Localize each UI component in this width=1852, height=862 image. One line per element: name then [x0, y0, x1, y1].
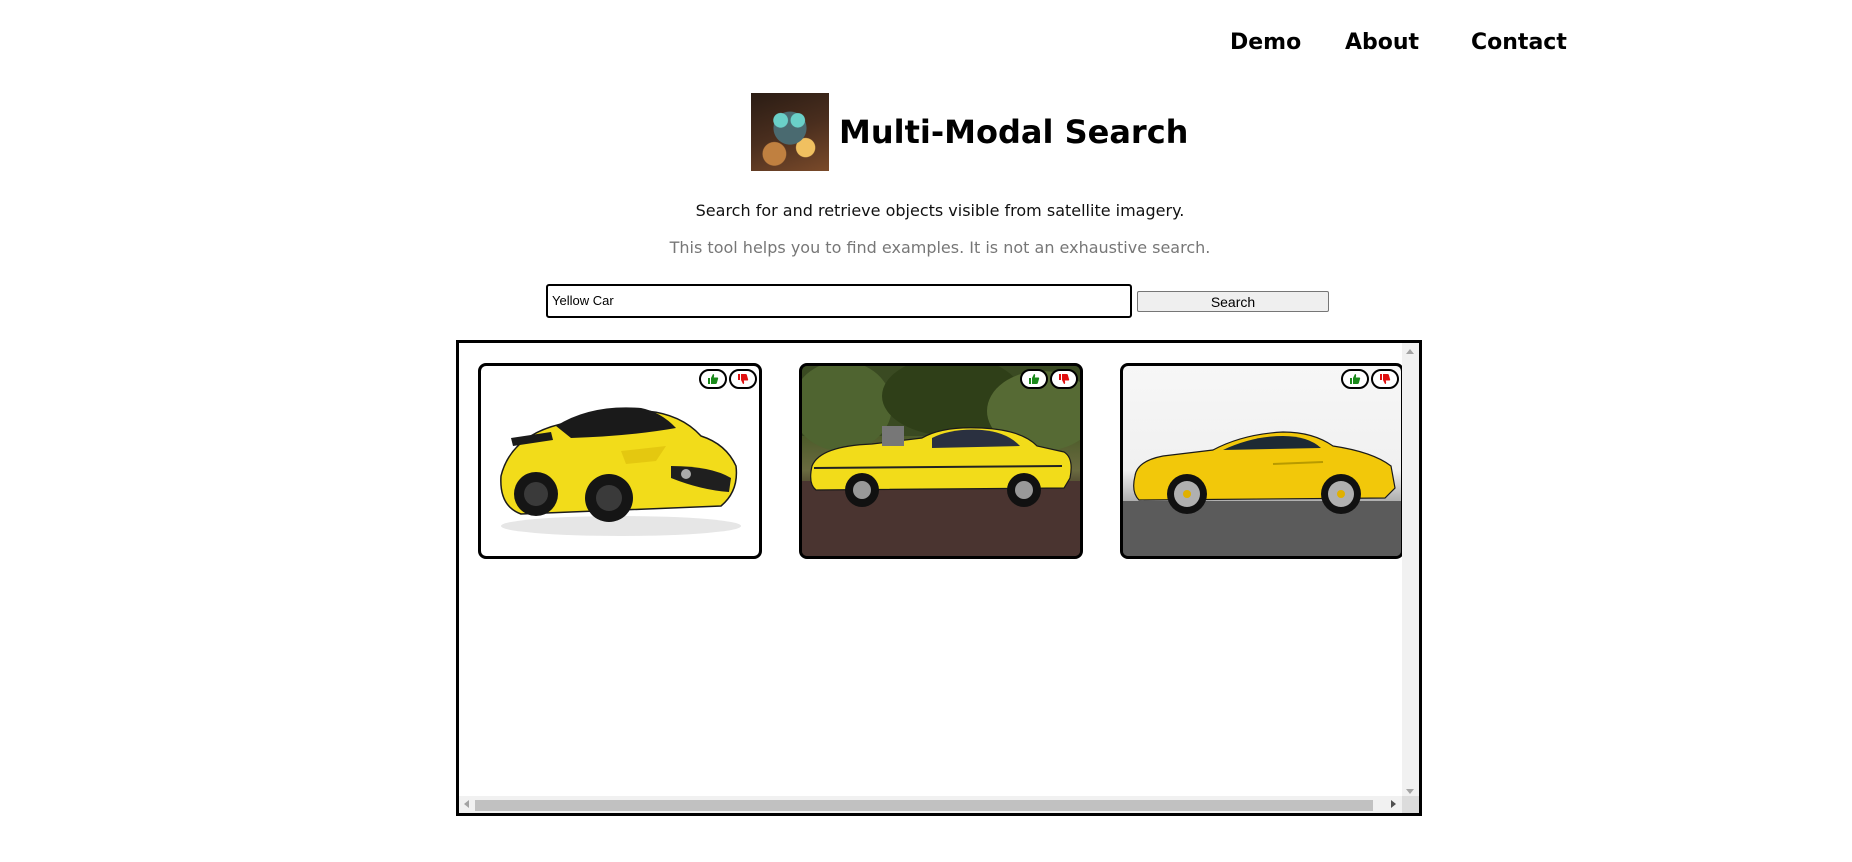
scroll-left-icon[interactable] — [464, 800, 469, 808]
search-button[interactable]: Search — [1137, 291, 1329, 312]
vote-buttons — [699, 369, 757, 389]
thumbs-down-button[interactable] — [729, 369, 757, 389]
thumbs-up-icon — [1029, 374, 1040, 384]
thumbs-up-icon — [708, 374, 719, 384]
nav-demo[interactable]: Demo — [1230, 30, 1301, 55]
thumbs-up-button[interactable] — [1020, 369, 1048, 389]
scroll-right-icon[interactable] — [1391, 800, 1396, 808]
intro-text: Search for and retrieve objects visible … — [695, 201, 1185, 220]
thumbs-down-icon — [1059, 374, 1070, 384]
thumbs-down-button[interactable] — [1371, 369, 1399, 389]
result-image — [500, 407, 741, 536]
result-image — [1123, 431, 1401, 556]
vertical-scrollbar[interactable] — [1402, 343, 1419, 798]
result-card[interactable] — [799, 363, 1083, 559]
scrollbar-thumb[interactable] — [475, 800, 1373, 811]
vote-buttons — [1341, 369, 1399, 389]
vote-buttons — [1020, 369, 1078, 389]
search-input[interactable] — [546, 284, 1132, 318]
thumbs-down-icon — [738, 374, 749, 384]
logo-image — [751, 93, 829, 171]
thumbs-down-icon — [1380, 374, 1391, 384]
thumbs-down-button[interactable] — [1050, 369, 1078, 389]
nav-contact[interactable]: Contact — [1471, 30, 1591, 55]
scrollbar-corner — [1402, 796, 1419, 813]
disclaimer-text: This tool helps you to find examples. It… — [669, 238, 1211, 257]
page-header: Multi-Modal Search — [751, 93, 1188, 171]
results-panel[interactable] — [456, 340, 1422, 816]
result-card[interactable] — [478, 363, 762, 559]
nav-about[interactable]: About — [1345, 30, 1419, 55]
scroll-up-icon[interactable] — [1406, 349, 1414, 354]
page-title: Multi-Modal Search — [839, 113, 1189, 151]
result-card[interactable] — [1120, 363, 1404, 559]
scroll-down-icon[interactable] — [1406, 789, 1414, 794]
thumbs-up-icon — [1350, 374, 1361, 384]
thumbs-up-button[interactable] — [699, 369, 727, 389]
horizontal-scrollbar[interactable] — [459, 796, 1402, 813]
thumbs-up-button[interactable] — [1341, 369, 1369, 389]
result-image — [802, 366, 1080, 556]
